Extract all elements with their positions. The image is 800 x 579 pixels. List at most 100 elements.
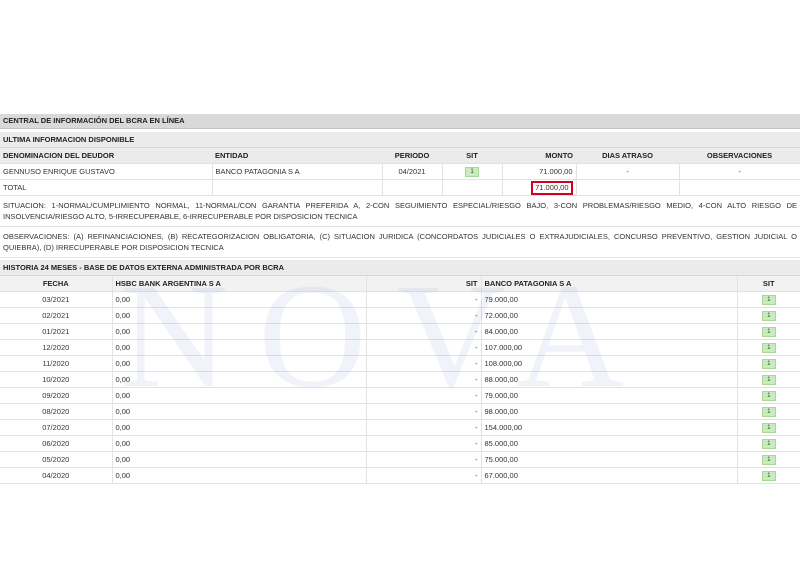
table-row: 05/2020 0,00-75.000,00 1 xyxy=(0,451,800,468)
cell-fecha: 06/2020 xyxy=(0,435,113,452)
cell-sit1: - xyxy=(366,339,482,356)
header-monto: MONTO xyxy=(502,148,576,164)
table-row: 08/2020 0,00-98.000,00 1 xyxy=(0,403,800,420)
table-row: 04/2020 0,00-67.000,00 1 xyxy=(0,467,800,484)
cell-sit1: - xyxy=(366,467,482,484)
cell-fecha: 10/2020 xyxy=(0,371,113,388)
cell-fecha: 03/2021 xyxy=(0,291,113,308)
cell-fecha: 08/2020 xyxy=(0,403,113,420)
cell-bank1-value: 0,00 xyxy=(112,339,367,356)
cell-sit1: - xyxy=(366,323,482,340)
cell-fecha: 05/2020 xyxy=(0,451,113,468)
sit-badge: 1 xyxy=(465,167,479,177)
cell-sit1: - xyxy=(366,451,482,468)
header-obs: OBSERVACIONES xyxy=(679,148,800,164)
table-row: 07/2020 0,00-154.000,00 1 xyxy=(0,419,800,436)
sit-badge: 1 xyxy=(761,391,776,401)
situacion-note: SITUACION: 1-NORMAL/CUMPLIMIENTO NORMAL,… xyxy=(0,196,800,227)
table-row: 02/2021 0,00-72.000,00 1 xyxy=(0,307,800,324)
observaciones-note: OBSERVACIONES: (A) REFINANCIACIONES, (B)… xyxy=(0,227,800,258)
cell-bank2-value: 67.000,00 xyxy=(481,467,738,484)
cell-bank2-value: 75.000,00 xyxy=(481,451,738,468)
header-fecha: FECHA xyxy=(0,276,113,292)
cell-sit2: 1 xyxy=(737,419,800,436)
sit-badge: 1 xyxy=(761,295,776,305)
cell-sit2: 1 xyxy=(737,403,800,420)
ultima-table: DENOMINACION DEL DEUDOR ENTIDAD PERIODO … xyxy=(0,148,800,196)
cell-entidad: BANCO PATAGONIA S A xyxy=(212,163,383,180)
sit-badge: 1 xyxy=(761,407,776,417)
table-row: 03/2021 0,00-79.000,00 1 xyxy=(0,291,800,308)
cell-sit2: 1 xyxy=(737,339,800,356)
cell-bank2-value: 108.000,00 xyxy=(481,355,738,372)
sit-badge: 1 xyxy=(761,455,776,465)
header-sit2: SIT xyxy=(737,276,800,292)
sit-badge: 1 xyxy=(761,327,776,337)
header-deudor: DENOMINACION DEL DEUDOR xyxy=(0,148,212,164)
sit-badge: 1 xyxy=(761,343,776,353)
sit-badge: 1 xyxy=(761,311,776,321)
cell-sit2: 1 xyxy=(737,307,800,324)
cell-bank1-value: 0,00 xyxy=(112,291,367,308)
header-bank2: BANCO PATAGONIA S A xyxy=(481,276,738,292)
cell-deudor: GENNUSO ENRIQUE GUSTAVO xyxy=(0,163,213,180)
cell-sit1: - xyxy=(366,387,482,404)
cell-sit2: 1 xyxy=(737,387,800,404)
cell-sit1: - xyxy=(366,307,482,324)
cell-sit1: - xyxy=(366,435,482,452)
cell-sit2: 1 xyxy=(737,291,800,308)
cell-bank1-value: 0,00 xyxy=(112,355,367,372)
table-row: 12/2020 0,00-107.000,00 1 xyxy=(0,339,800,356)
cell-sit1: - xyxy=(366,403,482,420)
table-row: 10/2020 0,00-88.000,00 1 xyxy=(0,371,800,388)
table-row: 01/2021 0,00-84.000,00 1 xyxy=(0,323,800,340)
section-title: CENTRAL DE INFORMACIÓN DEL BCRA EN LÍNEA xyxy=(0,114,800,129)
cell-sit2: 1 xyxy=(737,435,800,452)
cell-bank2-value: 72.000,00 xyxy=(481,307,738,324)
cell-fecha: 07/2020 xyxy=(0,419,113,436)
cell-sit1: - xyxy=(366,291,482,308)
cell-sit1: - xyxy=(366,355,482,372)
cell-bank1-value: 0,00 xyxy=(112,307,367,324)
cell-sit2: 1 xyxy=(737,355,800,372)
historia-table: FECHA HSBC BANK ARGENTINA S A SIT BANCO … xyxy=(0,276,800,484)
cell-bank1-value: 0,00 xyxy=(112,467,367,484)
cell-monto: 71.000,00 xyxy=(502,163,577,180)
header-sit: SIT xyxy=(442,148,502,164)
total-row: TOTAL 71.000,00 xyxy=(0,179,800,196)
header-bank1: HSBC BANK ARGENTINA S A xyxy=(112,276,367,292)
sit-badge: 1 xyxy=(761,359,776,369)
cell-periodo: 04/2021 xyxy=(382,163,443,180)
cell-sit1: - xyxy=(366,371,482,388)
cell-fecha: 02/2021 xyxy=(0,307,113,324)
cell-sit2: 1 xyxy=(737,467,800,484)
cell-sit2: 1 xyxy=(737,451,800,468)
cell-bank1-value: 0,00 xyxy=(112,451,367,468)
cell-bank2-value: 98.000,00 xyxy=(481,403,738,420)
cell-fecha: 11/2020 xyxy=(0,355,113,372)
sit-badge: 1 xyxy=(761,439,776,449)
cell-bank2-value: 154.000,00 xyxy=(481,419,738,436)
table-row: GENNUSO ENRIQUE GUSTAVO BANCO PATAGONIA … xyxy=(0,163,800,180)
cell-bank2-value: 79.000,00 xyxy=(481,291,738,308)
cell-sit: 1 xyxy=(442,163,503,180)
cell-bank1-value: 0,00 xyxy=(112,403,367,420)
table-row: 11/2020 0,00-108.000,00 1 xyxy=(0,355,800,372)
table-row: 06/2020 0,00-85.000,00 1 xyxy=(0,435,800,452)
total-value: 71.000,00 xyxy=(531,180,573,195)
cell-bank1-value: 0,00 xyxy=(112,419,367,436)
cell-fecha: 09/2020 xyxy=(0,387,113,404)
total-label: TOTAL xyxy=(0,179,213,196)
cell-bank1-value: 0,00 xyxy=(112,387,367,404)
sit-badge: 1 xyxy=(761,471,776,481)
historia-title: HISTORIA 24 MESES - BASE DE DATOS EXTERN… xyxy=(0,260,800,276)
sit-badge: 1 xyxy=(761,375,776,385)
ultima-title: ULTIMA INFORMACION DISPONIBLE xyxy=(0,132,800,148)
table-row: 09/2020 0,00-79.000,00 1 xyxy=(0,387,800,404)
cell-fecha: 04/2020 xyxy=(0,467,113,484)
cell-bank2-value: 88.000,00 xyxy=(481,371,738,388)
bcra-report: CENTRAL DE INFORMACIÓN DEL BCRA EN LÍNEA… xyxy=(0,114,800,484)
cell-bank2-value: 85.000,00 xyxy=(481,435,738,452)
cell-bank1-value: 0,00 xyxy=(112,323,367,340)
cell-fecha: 12/2020 xyxy=(0,339,113,356)
